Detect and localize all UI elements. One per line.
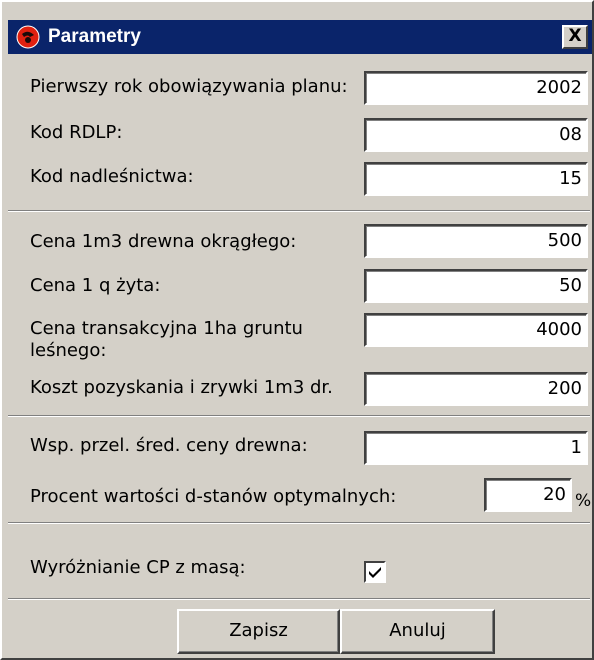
cancel-button[interactable]: Anuluj: [340, 609, 495, 654]
separator: [8, 415, 590, 417]
parametry-dialog: Parametry X Pierwszy rok obowiązywania p…: [0, 0, 594, 660]
wood-price-field[interactable]: 500: [364, 224, 588, 258]
nadlesnictwo-field[interactable]: 15: [364, 162, 588, 196]
first-year-label: Pierwszy rok obowiązywania planu:: [30, 76, 348, 97]
checkmark-icon: [369, 567, 381, 578]
land-price-field[interactable]: 4000: [364, 313, 588, 347]
percent-sign: %: [575, 491, 592, 511]
separator: [8, 522, 590, 524]
harvest-cost-label: Koszt pozyskania i zrywki 1m3 dr.: [30, 377, 333, 398]
app-icon: [16, 25, 40, 49]
rdlp-label: Kod RDLP:: [30, 122, 123, 143]
nadlesnictwo-label: Kod nadleśnictwa:: [30, 166, 194, 187]
title-bar[interactable]: Parametry X: [8, 20, 592, 54]
window-title: Parametry: [48, 26, 141, 47]
harvest-cost-field[interactable]: 200: [364, 372, 588, 406]
rdlp-field[interactable]: 08: [364, 118, 588, 152]
separator: [8, 210, 590, 212]
save-button[interactable]: Zapisz: [177, 609, 340, 654]
percent-label: Procent wartości d-stanów optymalnych:: [30, 486, 397, 507]
conversion-label: Wsp. przel. śred. ceny drewna:: [30, 435, 308, 456]
wood-price-label: Cena 1m3 drewna okrągłego:: [30, 231, 297, 252]
conversion-field[interactable]: 1: [364, 431, 588, 465]
highlight-cp-checkbox[interactable]: [364, 561, 386, 583]
close-icon: X: [568, 26, 582, 46]
close-button[interactable]: X: [562, 25, 588, 49]
rye-price-field[interactable]: 50: [364, 269, 588, 303]
highlight-cp-label: Wyróżnianie CP z masą:: [30, 557, 246, 578]
first-year-field[interactable]: 2002: [364, 71, 588, 105]
separator: [8, 598, 590, 600]
rye-price-label: Cena 1 q żyta:: [30, 275, 161, 296]
percent-field[interactable]: 20: [484, 478, 572, 512]
land-price-label: Cena transakcyjna 1ha gruntu leśnego:: [30, 318, 303, 361]
